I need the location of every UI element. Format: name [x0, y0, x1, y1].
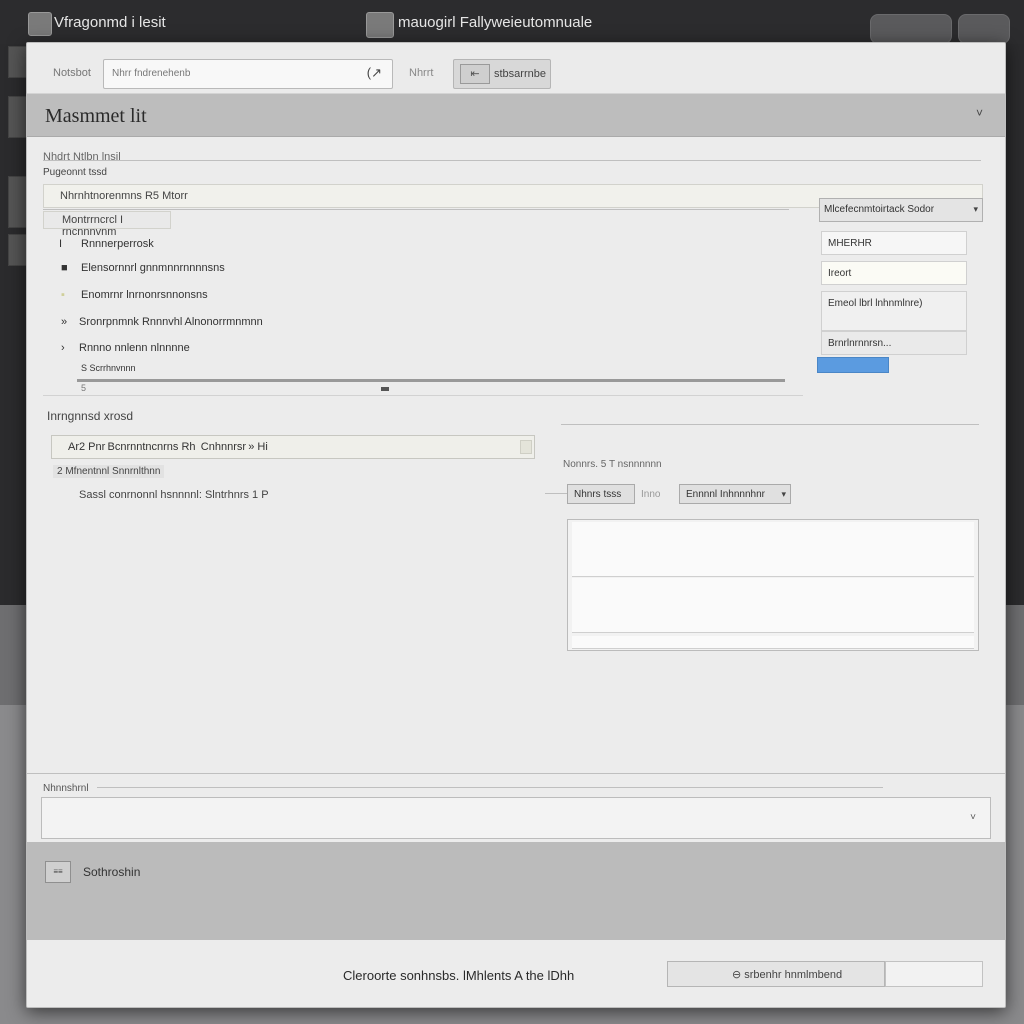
divider	[43, 395, 803, 396]
bottom-action-label: ⊖ srbenhr hnmlmbend	[732, 969, 843, 981]
table-row[interactable]	[572, 636, 974, 649]
side-thumbnail-4[interactable]	[8, 234, 28, 266]
right-dropdown-1-value: Nhnrs tsss	[574, 489, 622, 500]
tree-item-label[interactable]: Enomrnr lnrnonrsnnonsns	[81, 289, 208, 301]
panel-select-value: Mlcefecnmtoirtack Sodor	[824, 204, 935, 215]
right-mid-text: Inno	[641, 489, 661, 500]
side-thumbnail-1[interactable]	[8, 46, 28, 78]
search-icon[interactable]: (↗	[367, 65, 382, 81]
slider-label: 5	[81, 383, 87, 393]
footer-section-label: Nhnnshrnl	[43, 783, 89, 794]
second-line-2[interactable]: 2 Mfnentnnl Snnrnlthnn	[53, 465, 165, 478]
status-strip	[27, 842, 1005, 940]
divider	[43, 209, 789, 210]
panel-field-2-text: Ireort	[828, 268, 852, 279]
arrow-left-icon: ⇤	[460, 64, 490, 84]
titlebar-button-2[interactable]	[958, 14, 1010, 44]
bottom-action-button[interactable]: ⊖ srbenhr hnmlmbend	[667, 961, 885, 987]
filter-label[interactable]: Nhrrt	[409, 67, 433, 79]
subrow-text: Montrrncrcl I rncnnnvnm	[62, 214, 124, 238]
data-table	[567, 519, 979, 651]
second-input-text: Ar2 Pnr Bcnrnntncnrns Rh Cnhnnrsr » Hi	[68, 441, 268, 453]
tree-item-label[interactable]: Rnnnerperrosk	[81, 238, 154, 250]
right-section-label: Nonnrs. 5 T nsnnnnnn	[563, 459, 662, 470]
input-knob[interactable]	[520, 440, 532, 454]
field-label: Pugeonnt tssd	[43, 167, 107, 178]
tree-item-label[interactable]: Sronrpnmnk Rnnnvhl Alnonorrmnmnn	[79, 316, 263, 328]
chevron-down-icon: ▾	[781, 489, 786, 499]
panel-field-1[interactable]: MHERHR	[821, 231, 967, 255]
app-center-title: mauogirl Fallyweieutomnuale	[398, 14, 593, 31]
panel-select[interactable]: Mlcefecnmtoirtack Sodor ▾	[819, 198, 983, 222]
page-title: Masmmet lit	[45, 105, 147, 127]
chevron-down-icon: ˅	[970, 812, 976, 823]
bottom-message: Cleroorte sonhnsbs. lMhlents A the lDhh	[343, 968, 575, 983]
tree-item-label[interactable]: Rnnno nnlenn nlnnnne	[79, 342, 190, 354]
chevron-down-icon[interactable]: ˅	[976, 106, 983, 120]
second-line-3: Sassl conrnonnl hsnnnnl: Slntrhnrs 1 P	[79, 489, 269, 501]
divider	[561, 424, 979, 425]
right-dropdown-2-value: Ennnnl Inhnnnhnr	[686, 489, 765, 500]
panel-field-3[interactable]: Emeol lbrl lnhnmlnre)	[821, 291, 967, 331]
status-text: Sothroshin	[83, 865, 141, 879]
titlebar-button-1[interactable]	[870, 14, 952, 44]
panel-field-2[interactable]: Ireort	[821, 261, 967, 285]
tree-marker: ■	[61, 262, 68, 274]
document-icon	[366, 12, 394, 38]
panel-field-1-text: MHERHR	[828, 238, 872, 249]
app-titlebar: Vfragonmd i lesit mauogirl Fallyweieutom…	[0, 0, 1024, 44]
toolbar-action-label: stbsarrnbe	[494, 68, 546, 80]
toolbar: Notsbot Nhrr fndrenehenb (↗ Nhrrt ⇤ stbs…	[27, 43, 1005, 94]
tree-item-label[interactable]: Elensornnrl gnnmnnrnnnnsns	[81, 262, 225, 274]
side-thumbnail-3[interactable]	[8, 176, 28, 228]
subrow[interactable]: Montrrncrcl I rncnnnvnm	[43, 211, 171, 238]
search-input-text: Nhrr fndrenehenb	[112, 68, 191, 79]
panel-accent-button[interactable]	[817, 357, 889, 373]
slider-track[interactable]	[77, 379, 785, 382]
side-thumbnail-2[interactable]	[8, 96, 28, 138]
app-left-title: Vfragonmd i lesit	[54, 14, 166, 31]
bottom-secondary-button[interactable]	[885, 961, 983, 987]
tree-marker: ▪	[61, 289, 65, 301]
panel-field-3-text: Emeol lbrl lnhnmlnre)	[828, 298, 923, 309]
section-label: Nhdrt Ntlbn lnsil	[43, 151, 121, 163]
right-dropdown-2[interactable]: Ennnnl Inhnnnhnr ▾	[679, 484, 791, 504]
footer-input[interactable]: ˅	[41, 797, 991, 839]
chevron-down-icon: ▾	[973, 204, 978, 214]
section-header: Masmmet lit ˅	[27, 94, 1005, 137]
section-label: Inrngnnsd xrosd	[47, 409, 134, 423]
right-dropdown-1[interactable]: Nhnrs tsss	[567, 484, 635, 504]
main-dialog: Notsbot Nhrr fndrenehenb (↗ Nhrrt ⇤ stbs…	[26, 42, 1006, 1008]
table-row[interactable]	[572, 578, 974, 633]
tree-marker: I	[59, 238, 63, 250]
table-row[interactable]	[572, 522, 974, 577]
tree-marker: »	[61, 316, 68, 328]
panel-field-4[interactable]: Brnrlnrnnrsn...	[821, 331, 967, 355]
highlighted-row-text: Nhrnhtnorenmns R5 Mtorr	[60, 190, 188, 202]
divider	[43, 160, 981, 161]
toolbar-label: Notsbot	[53, 67, 91, 79]
divider	[97, 787, 883, 788]
divider	[27, 773, 1005, 774]
tree-item-label[interactable]: S Scrrhnvnnn	[81, 363, 136, 373]
second-input[interactable]: Ar2 Pnr Bcnrnntncnrns Rh Cnhnnrsr » Hi	[51, 435, 535, 459]
list-icon: ≡≡	[45, 861, 71, 883]
slider-thumb[interactable]	[381, 387, 390, 391]
toolbar-action-button[interactable]: ⇤ stbsarrnbe	[453, 59, 551, 89]
app-icon	[28, 12, 52, 36]
panel-field-4-text: Brnrlnrnnrsn...	[828, 338, 892, 349]
search-input[interactable]: Nhrr fndrenehenb (↗	[103, 59, 393, 89]
tree-marker: ›	[61, 342, 65, 354]
